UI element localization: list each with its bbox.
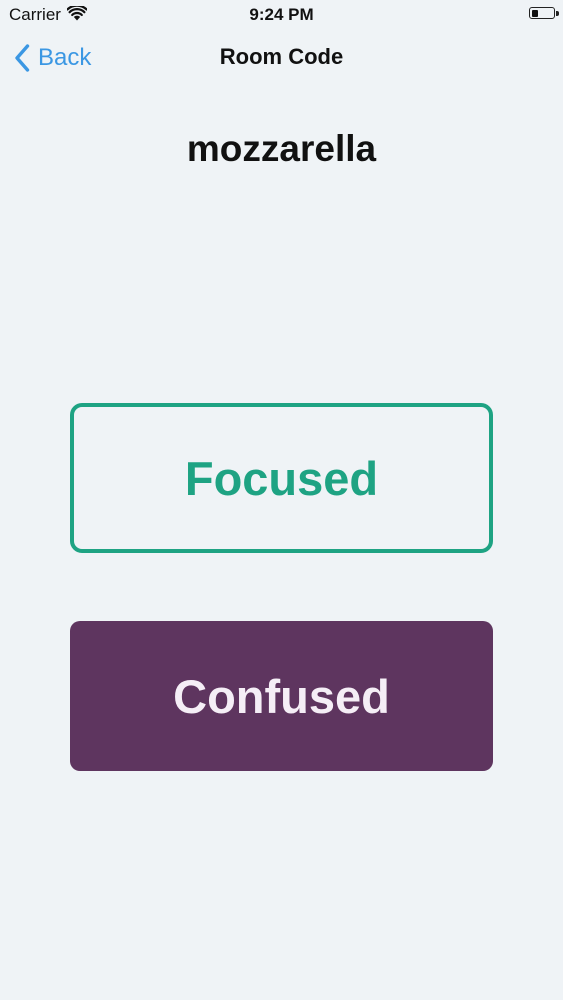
room-code: mozzarella: [186, 128, 377, 169]
focused-label: Focused: [184, 451, 379, 505]
status-bar: Carrier 9:24 PM: [0, 0, 563, 30]
battery-cap: [556, 10, 559, 16]
confused-button[interactable]: Confused: [70, 621, 493, 771]
confused-label: Confused: [173, 669, 390, 723]
focused-button[interactable]: Focused: [70, 403, 493, 553]
battery-icon: [529, 7, 559, 19]
status-time: 9:24 PM: [249, 5, 314, 24]
battery-level: [531, 9, 539, 17]
navigation-bar: Back Room Code: [0, 30, 563, 86]
page-title: Room Code: [219, 44, 344, 69]
